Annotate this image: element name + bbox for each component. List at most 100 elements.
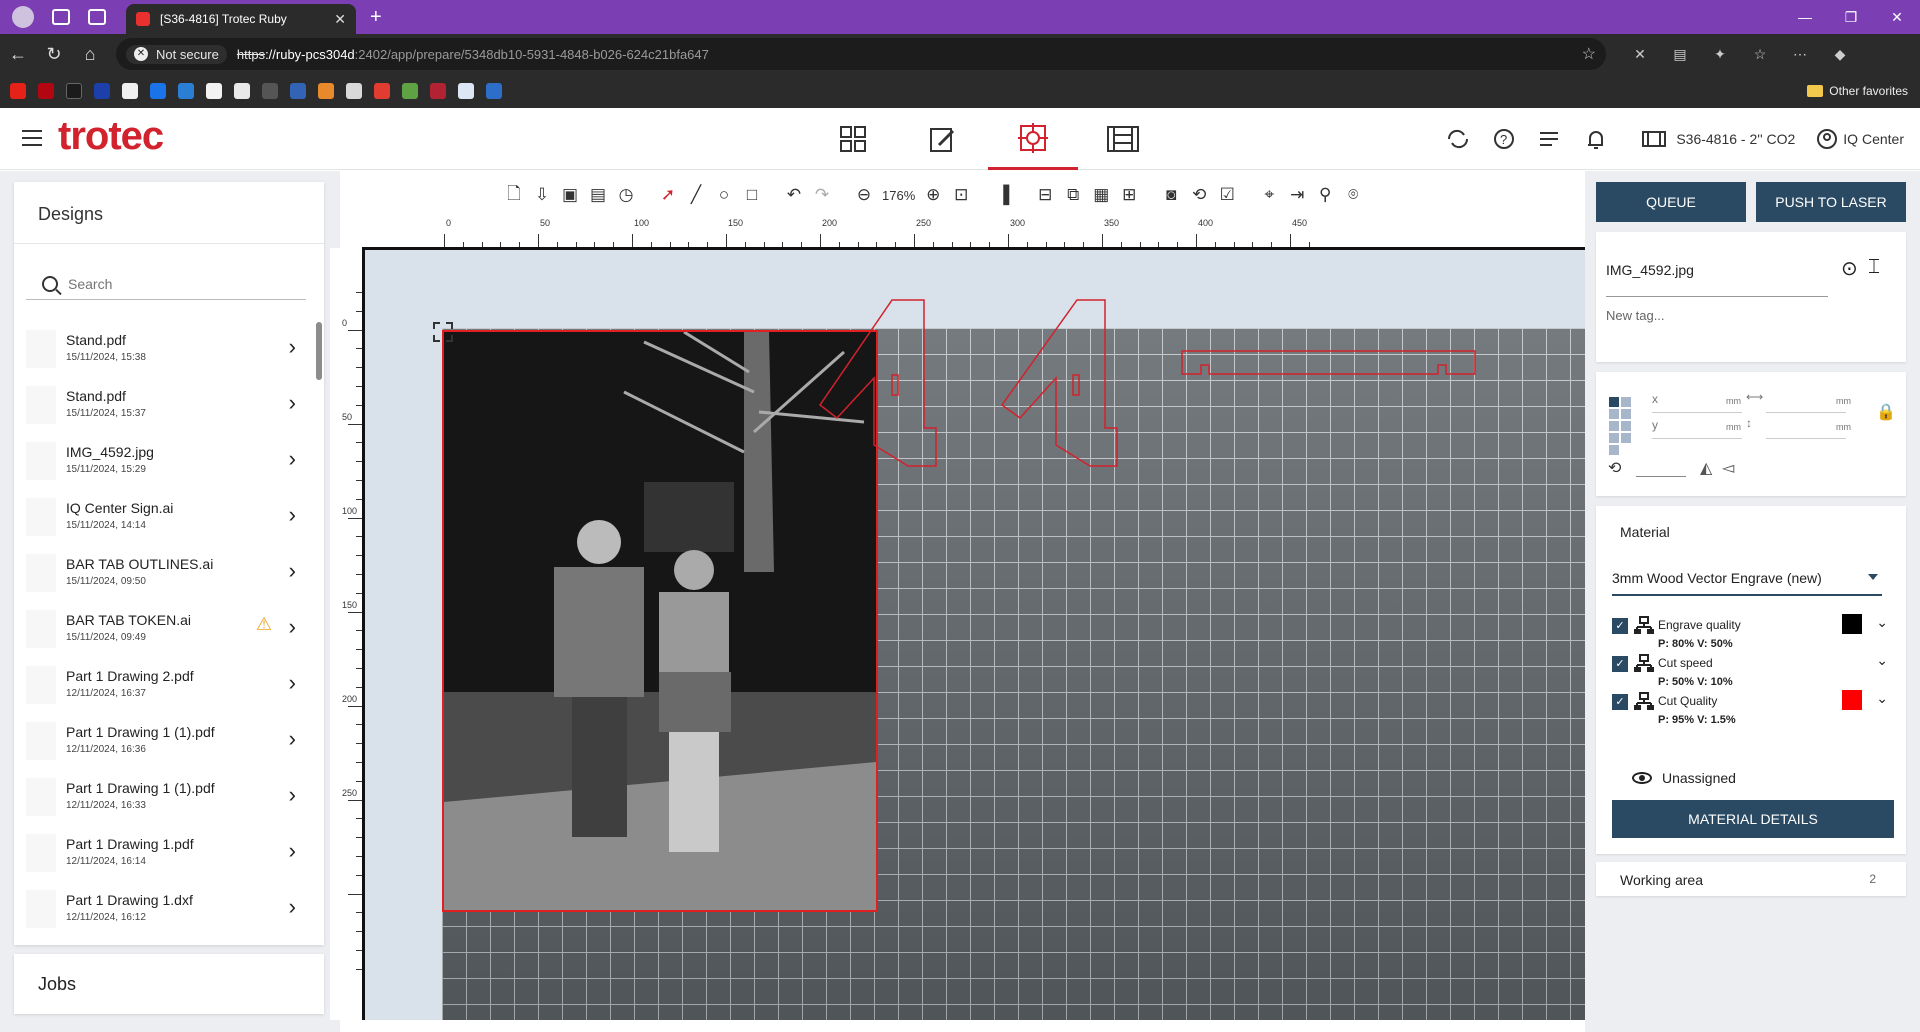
address-bar[interactable]: ✕ Not secure https ://ruby-pcs304d :2402…: [116, 38, 1606, 70]
h-bookmark-icon[interactable]: [66, 83, 82, 99]
import-icon[interactable]: ⇩: [528, 182, 556, 208]
bookmark-icon[interactable]: [290, 83, 306, 99]
chevron-right-icon[interactable]: ›: [289, 782, 296, 808]
snap-icon[interactable]: ⊟: [1031, 182, 1059, 208]
grid-toggle-icon[interactable]: ▦: [1087, 182, 1115, 208]
zoom-in-icon[interactable]: ⊕: [919, 182, 947, 208]
x-field[interactable]: [1652, 412, 1742, 413]
design-list-item[interactable]: Stand.pdf 15/11/2024, 15:38 ›: [14, 320, 314, 376]
param-checkbox[interactable]: ✓: [1612, 618, 1628, 634]
group-icon[interactable]: ⧉: [1059, 182, 1087, 208]
undo-icon[interactable]: ↶: [780, 182, 808, 208]
zoom-out-icon[interactable]: ⊖: [850, 182, 878, 208]
marker-icon[interactable]: ⚲: [1311, 182, 1339, 208]
rectangle-tool-icon[interactable]: □: [738, 182, 766, 208]
check-bookmark-icon[interactable]: [346, 83, 362, 99]
bookmark-icon[interactable]: [178, 83, 194, 99]
bookmark-icon[interactable]: [374, 83, 390, 99]
chevron-right-icon[interactable]: ›: [289, 726, 296, 752]
chevron-down-icon[interactable]: ⌄: [1876, 614, 1888, 631]
minimize-button[interactable]: —: [1782, 9, 1828, 26]
push-to-laser-button[interactable]: PUSH TO LASER: [1756, 182, 1906, 222]
chevron-right-icon[interactable]: ›: [289, 670, 296, 696]
new-file-icon[interactable]: 🗋: [500, 182, 528, 208]
position-icon[interactable]: ⌖: [1255, 182, 1283, 208]
chevron-right-icon[interactable]: ›: [289, 446, 296, 472]
other-favorites[interactable]: Other favorites: [1807, 84, 1908, 98]
unassigned-row[interactable]: Unassigned: [1632, 770, 1736, 786]
help-icon[interactable]: ?: [1490, 128, 1518, 150]
extension-icon[interactable]: ✕: [1620, 46, 1660, 63]
bookmark-icon[interactable]: [430, 83, 446, 99]
lock-aspect-icon[interactable]: 🔒: [1876, 402, 1896, 422]
zoom-level[interactable]: 176%: [882, 188, 915, 203]
height-field[interactable]: [1766, 438, 1846, 439]
design-filename[interactable]: IMG_4592.jpg: [1606, 262, 1694, 278]
width-field[interactable]: [1766, 412, 1846, 413]
reading-icon[interactable]: ▤: [1660, 46, 1700, 63]
rotation-field[interactable]: [1636, 476, 1686, 477]
amazon-bookmark-icon[interactable]: [206, 83, 222, 99]
favorite-star-icon[interactable]: ☆: [1582, 44, 1596, 64]
chevron-right-icon[interactable]: ›: [289, 390, 296, 416]
restore-button[interactable]: ❐: [1828, 9, 1874, 26]
zoom-fit-icon[interactable]: ⊡: [947, 182, 975, 208]
bookmark-icon[interactable]: [486, 83, 502, 99]
y-field[interactable]: [1652, 438, 1742, 439]
tab-actions-icon[interactable]: [88, 9, 106, 25]
tab-close-icon[interactable]: ✕: [334, 11, 346, 28]
dw-bookmark-icon[interactable]: [262, 83, 278, 99]
hamburger-menu-icon[interactable]: [22, 130, 42, 151]
timer-icon[interactable]: ◷: [612, 182, 640, 208]
design-list-item[interactable]: Part 1 Drawing 1 (1).pdf 12/11/2024, 16:3…: [14, 712, 314, 768]
line-tool-icon[interactable]: ╱: [682, 182, 710, 208]
chevron-right-icon[interactable]: ›: [289, 502, 296, 528]
favorites-icon[interactable]: ☆: [1740, 46, 1780, 63]
bookmark-icon[interactable]: [402, 83, 418, 99]
youtube-bookmark-icon[interactable]: [10, 83, 26, 99]
save-icon[interactable]: ▣: [556, 182, 584, 208]
extensions-puzzle-icon[interactable]: ✦: [1700, 46, 1740, 63]
flip-vertical-icon[interactable]: ◅: [1722, 458, 1734, 478]
list-icon[interactable]: [1536, 128, 1564, 150]
rotate-icon[interactable]: ⟲: [1608, 458, 1621, 478]
iq-center-label[interactable]: IQ Center: [1843, 131, 1904, 147]
working-area-card[interactable]: Working area 2: [1596, 862, 1906, 896]
more-menu-icon[interactable]: ⋯: [1780, 46, 1820, 63]
search-input[interactable]: [68, 275, 249, 292]
workspaces-icon[interactable]: [52, 9, 70, 25]
chevron-right-icon[interactable]: ›: [289, 558, 296, 584]
user-icon[interactable]: [1813, 128, 1841, 150]
close-window-button[interactable]: ✕: [1874, 9, 1920, 26]
design-list-item[interactable]: Stand.pdf 15/11/2024, 15:37 ›: [14, 376, 314, 432]
anchor-grid-icon[interactable]: [1608, 396, 1642, 455]
param-checkbox[interactable]: ✓: [1612, 656, 1628, 672]
netflix-bookmark-icon[interactable]: [38, 83, 54, 99]
design-list-item[interactable]: Part 1 Drawing 1.dxf 12/11/2024, 16:12 ›: [14, 880, 314, 936]
design-list-item[interactable]: BAR TAB TOKEN.ai 15/11/2024, 09:49 ⚠ ›: [14, 600, 314, 656]
tab-design[interactable]: [898, 108, 988, 170]
chevron-down-icon[interactable]: ⌄: [1876, 690, 1888, 707]
jobs-panel[interactable]: Jobs: [14, 954, 324, 1014]
new-tag-input[interactable]: New tag...: [1606, 308, 1665, 323]
color-swatch[interactable]: [1842, 614, 1862, 634]
home-icon[interactable]: ⌂: [72, 44, 108, 65]
design-list-scrollbar[interactable]: [316, 322, 322, 380]
refresh-icon[interactable]: ↻: [36, 44, 72, 65]
tab-prepare[interactable]: [988, 108, 1078, 170]
laser-workspace[interactable]: [362, 248, 1585, 1020]
checklist-icon[interactable]: ☑: [1213, 182, 1241, 208]
material-details-button[interactable]: MATERIAL DETAILS: [1612, 800, 1894, 838]
tab-jobs[interactable]: [1078, 108, 1168, 170]
machine-label[interactable]: S36-4816 - 2'' CO2: [1676, 131, 1795, 147]
p-bookmark-icon[interactable]: [122, 83, 138, 99]
rj-bookmark-icon[interactable]: [458, 83, 474, 99]
back-icon[interactable]: ←: [0, 44, 36, 65]
design-list-item[interactable]: IQ Center Sign.ai 15/11/2024, 14:14 ›: [14, 488, 314, 544]
flip-horizontal-icon[interactable]: ◭: [1700, 458, 1712, 478]
m-bookmark-icon[interactable]: [94, 83, 110, 99]
param-checkbox[interactable]: ✓: [1612, 694, 1628, 710]
queue-button[interactable]: QUEUE: [1596, 182, 1746, 222]
design-list-item[interactable]: Part 1 Drawing 1.pdf 12/11/2024, 16:14 ›: [14, 824, 314, 880]
text-cursor-icon[interactable]: ⌶: [1868, 256, 1880, 279]
